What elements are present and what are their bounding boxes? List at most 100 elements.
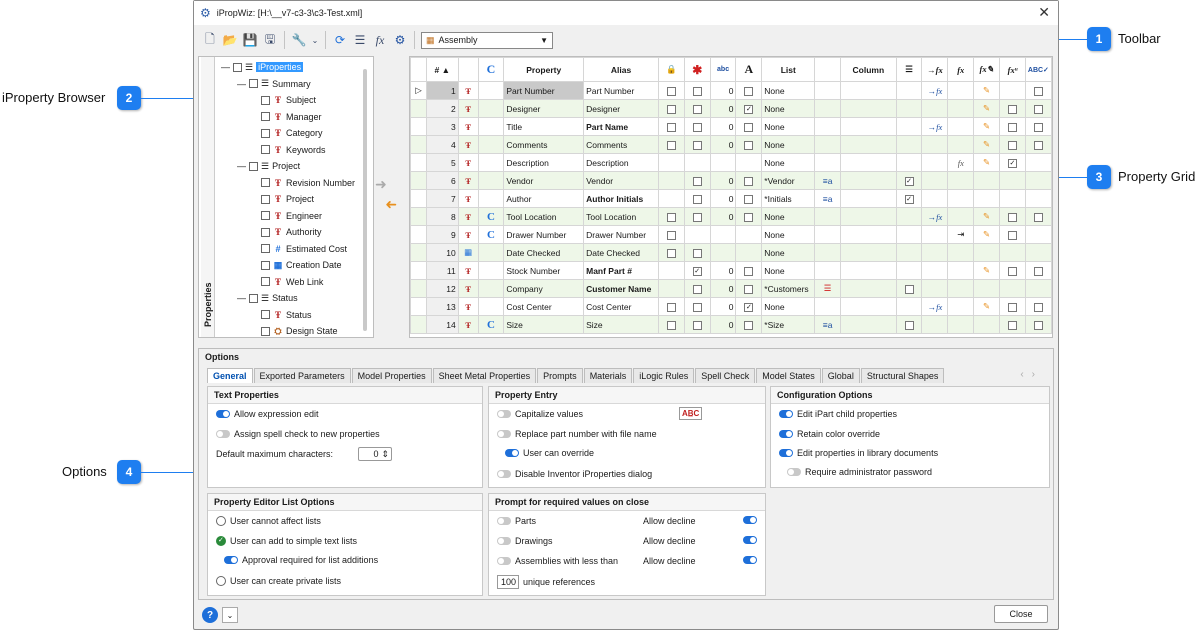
arrow-right-icon[interactable]: ➜ — [375, 176, 397, 196]
table-row[interactable]: 2 Ŧ Designer Designer 0 ✓ None ✎ — [410, 99, 1052, 118]
lock-cell[interactable] — [658, 297, 685, 316]
length-cell[interactable]: 0 — [709, 117, 737, 136]
chevron-down-icon[interactable]: ⌄ — [222, 607, 238, 623]
num-header[interactable]: # ▲ — [425, 57, 459, 82]
property-cell[interactable]: Description — [503, 153, 585, 172]
help-icon[interactable]: ? — [202, 607, 218, 623]
lock-checkbox[interactable] — [666, 104, 676, 114]
fx-cell[interactable] — [947, 207, 975, 226]
tab-global[interactable]: Global — [821, 368, 860, 383]
required-cell[interactable] — [683, 171, 711, 190]
fx-edit-cell[interactable]: ✎ — [973, 297, 1001, 316]
table-row[interactable]: 9 Ŧ C Drawer Number Drawer Number None ⇥ ✎ — [410, 225, 1052, 244]
column-checkbox[interactable]: ✓ — [904, 194, 914, 204]
alias-cell[interactable]: Part Number — [583, 81, 660, 100]
fx-cell[interactable] — [947, 279, 975, 298]
spell-cell[interactable] — [1024, 297, 1052, 316]
required-checkbox[interactable]: ✓ — [692, 266, 702, 276]
tree-checkbox[interactable] — [261, 112, 270, 121]
lock-cell[interactable] — [658, 153, 685, 172]
length-cell[interactable] — [709, 225, 737, 244]
fx-edit-cell[interactable] — [973, 243, 1001, 262]
required-cell[interactable] — [683, 243, 711, 262]
fx-cell[interactable]: fx — [947, 153, 975, 172]
parts-toggle[interactable] — [497, 517, 511, 525]
spell-cell[interactable] — [1024, 261, 1052, 280]
spell-cell[interactable] — [1024, 81, 1052, 100]
tab-sheet-metal-properties[interactable]: Sheet Metal Properties — [432, 368, 537, 383]
column-cell[interactable] — [840, 243, 897, 262]
required-checkbox[interactable] — [692, 176, 702, 186]
fx-user-cell[interactable] — [999, 99, 1026, 118]
column-check-cell[interactable] — [895, 117, 923, 136]
column-check-cell[interactable]: ✓ — [895, 189, 923, 208]
list-cell[interactable]: *Vendor — [761, 171, 816, 190]
alias-cell[interactable]: Description — [583, 153, 660, 172]
spell-cell[interactable] — [1024, 153, 1052, 172]
retain-color-toggle[interactable] — [779, 430, 793, 438]
approval-toggle[interactable] — [224, 556, 238, 564]
tree-checkbox[interactable] — [261, 194, 270, 204]
length-cell[interactable]: 0 — [709, 189, 737, 208]
tab-materials[interactable]: Materials — [583, 368, 633, 383]
fx-cell[interactable] — [947, 315, 975, 334]
spell-cell[interactable] — [1024, 279, 1052, 298]
table-row[interactable]: 13 Ŧ Cost Center Cost Center 0 ✓ None →fx ✎ — [410, 297, 1052, 316]
length-cell[interactable]: 0 — [709, 171, 737, 190]
list-cell[interactable]: None — [761, 135, 816, 154]
property-cell[interactable]: Vendor — [503, 171, 585, 190]
fx-edit-cell[interactable] — [973, 189, 1001, 208]
list-cell[interactable]: None — [761, 117, 816, 136]
tree-checkbox[interactable] — [249, 293, 258, 303]
table-row[interactable]: 10 ▦ Date Checked Date Checked None — [410, 243, 1052, 262]
column-check-cell[interactable] — [895, 99, 923, 118]
table-row[interactable]: ▷ 1 Ŧ Part Number Part Number 0 None →fx ✎ — [410, 81, 1052, 100]
lock-checkbox[interactable] — [666, 320, 676, 330]
edit-ipart-toggle[interactable] — [779, 410, 793, 418]
fx-user-cell[interactable] — [999, 135, 1026, 154]
required-cell[interactable] — [683, 207, 711, 226]
length-cell[interactable]: 0 — [709, 279, 737, 298]
fx-cell[interactable] — [947, 135, 975, 154]
fx-edit-cell[interactable] — [973, 315, 1001, 334]
assemblies-toggle[interactable] — [497, 557, 511, 565]
tree-item[interactable]: Ŧ Status — [261, 308, 312, 322]
column-checkbox[interactable] — [904, 320, 914, 330]
required-checkbox[interactable] — [692, 194, 702, 204]
cannot-affect-radio[interactable] — [216, 516, 226, 526]
fx-user-cell[interactable] — [999, 117, 1026, 136]
column-header[interactable]: Column — [840, 57, 897, 82]
tab-general[interactable]: General — [207, 368, 253, 383]
spell-cell[interactable] — [1024, 171, 1052, 190]
parts-decline-toggle[interactable] — [743, 516, 757, 524]
tree-item[interactable]: Ŧ Engineer — [261, 209, 322, 223]
property-cell[interactable]: Stock Number — [503, 261, 585, 280]
private-lists-radio[interactable] — [216, 576, 226, 586]
fx-cell[interactable] — [947, 261, 975, 280]
column-check-cell[interactable] — [895, 279, 923, 298]
chevron-down-icon[interactable]: ⌄ — [311, 32, 319, 48]
caps-cell[interactable] — [735, 189, 763, 208]
length-cell[interactable]: 0 — [709, 135, 737, 154]
list-cell[interactable]: None — [761, 225, 816, 244]
fx-edit-cell[interactable] — [973, 171, 1001, 190]
alias-cell[interactable]: Comments — [583, 135, 660, 154]
tab-model-states[interactable]: Model States — [756, 368, 821, 383]
fx-cell[interactable] — [947, 117, 975, 136]
fx-user-checkbox[interactable]: ✓ — [1007, 158, 1017, 168]
caps-checkbox[interactable] — [744, 320, 754, 330]
required-cell[interactable] — [683, 279, 711, 298]
length-cell[interactable]: 0 — [709, 297, 737, 316]
required-cell[interactable] — [683, 189, 711, 208]
length-cell[interactable] — [709, 243, 737, 262]
property-cell[interactable]: Title — [503, 117, 585, 136]
column-cell[interactable] — [840, 135, 897, 154]
tree-collapse-icon[interactable]: — — [237, 293, 246, 303]
length-cell[interactable] — [709, 153, 737, 172]
alias-cell[interactable]: Customer Name — [583, 279, 660, 298]
caps-cell[interactable] — [735, 171, 763, 190]
required-cell[interactable] — [683, 117, 711, 136]
fx-user-cell[interactable] — [999, 171, 1026, 190]
column-check-cell[interactable] — [895, 153, 923, 172]
fx-user-cell[interactable] — [999, 243, 1026, 262]
